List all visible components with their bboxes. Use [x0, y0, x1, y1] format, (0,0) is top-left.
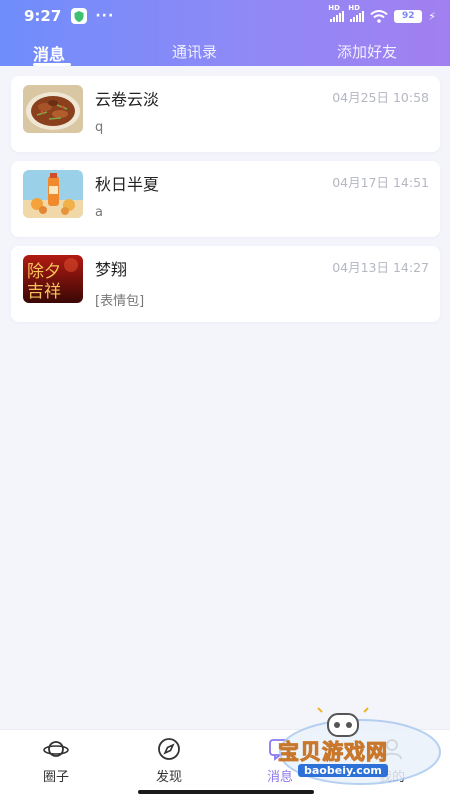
contact-name: 云卷云淡 [95, 90, 160, 109]
watermark-title: 宝贝游戏网 [278, 740, 388, 765]
avatar-drink-photo [23, 170, 83, 218]
tab-contacts[interactable]: 通讯录 [172, 41, 217, 62]
planet-icon [43, 741, 69, 757]
conversation-item[interactable]: 除夕吉祥 梦翔 04月13日 14:27 [表情包] [11, 246, 440, 322]
wifi-icon [370, 9, 388, 23]
avatar-food-photo [23, 85, 83, 133]
home-indicator[interactable] [138, 790, 314, 794]
tab-active-indicator [33, 63, 71, 66]
status-bar: 9:27 ··· HD HD 92 ⚡ [0, 0, 450, 32]
nav-circle-label: 圈子 [42, 770, 69, 785]
nav-discover[interactable]: 发现 [139, 736, 199, 785]
top-tabs: 消息 通讯录 添加好友 [0, 32, 450, 66]
nav-circle[interactable]: 圈子 [26, 736, 86, 785]
charging-icon: ⚡ [428, 9, 436, 23]
compass-icon [158, 738, 180, 760]
contact-name: 梦翔 [95, 260, 128, 279]
shield-icon [71, 8, 88, 24]
watermark-url: baobeiy.com [298, 764, 388, 777]
conversation-item[interactable]: 云卷云淡 04月25日 10:58 q [11, 76, 440, 152]
conversation-item[interactable]: 秋日半夏 04月17日 14:51 a [11, 161, 440, 237]
contact-name: 秋日半夏 [95, 175, 160, 194]
watermark-logo: 宝贝游戏网 baobeiy.com [268, 706, 448, 786]
message-preview: a [95, 205, 103, 220]
svg-text:除夕吉祥: 除夕吉祥 [27, 262, 61, 302]
message-preview: q [95, 120, 104, 135]
message-time: 04月25日 10:58 [332, 90, 429, 105]
signal-icon-2: HD [348, 4, 365, 22]
avatar-new-year-image: 除夕吉祥 [23, 255, 83, 303]
nav-discover-label: 发现 [155, 770, 182, 785]
status-time: 9:27 [24, 7, 62, 25]
tab-messages[interactable]: 消息 [33, 41, 65, 65]
battery-icon: 92 [394, 9, 423, 23]
signal-icon: HD [328, 4, 345, 22]
message-preview: [表情包] [95, 294, 145, 309]
message-time: 04月17日 14:51 [332, 175, 429, 190]
more-notifications-icon: ··· [95, 8, 115, 24]
tab-add-friend[interactable]: 添加好友 [337, 41, 397, 62]
message-time: 04月13日 14:27 [332, 260, 429, 275]
app-header: 9:27 ··· HD HD 92 ⚡ 消息 通讯录 添加好友 [0, 0, 450, 66]
